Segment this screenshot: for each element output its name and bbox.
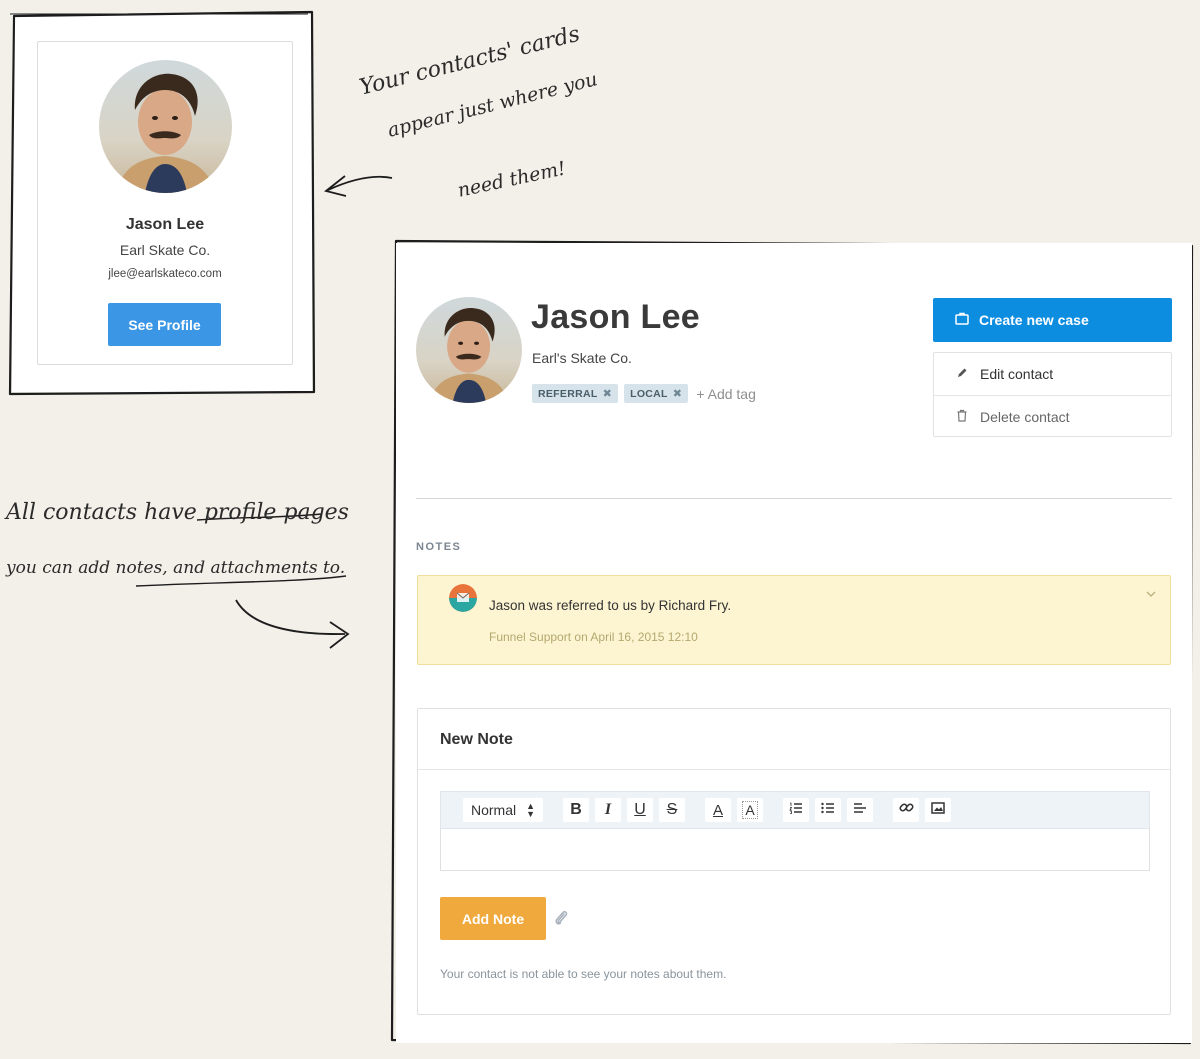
contact-actions: Edit contact Delete contact xyxy=(933,352,1172,437)
add-note-button[interactable]: Add Note xyxy=(440,897,546,940)
profile-avatar xyxy=(416,297,522,403)
bullet-list-button[interactable] xyxy=(815,798,841,822)
new-note-title: New Note xyxy=(440,731,513,748)
bold-icon: B xyxy=(570,801,582,818)
link-icon xyxy=(898,800,914,820)
bold-button[interactable]: B xyxy=(563,798,589,822)
underline-button[interactable]: U xyxy=(627,798,653,822)
format-select-value: Normal xyxy=(471,802,517,818)
tag-label: LOCAL xyxy=(630,387,668,400)
image-icon xyxy=(931,801,945,819)
ordered-list-button[interactable] xyxy=(783,798,809,822)
remove-tag-icon[interactable]: ✖ xyxy=(603,387,613,400)
strikethrough-button[interactable]: S xyxy=(659,798,685,822)
create-new-case-button[interactable]: Create new case xyxy=(933,298,1172,342)
tag-referral: REFERRAL ✖ xyxy=(532,384,619,403)
tag-local: LOCAL ✖ xyxy=(624,384,689,403)
delete-contact-label: Delete contact xyxy=(980,409,1070,425)
link-button[interactable] xyxy=(893,798,919,822)
add-tag-link[interactable]: + Add tag xyxy=(696,386,756,402)
note-author-avatar xyxy=(449,584,477,612)
card-contact-company: Earl Skate Co. xyxy=(119,242,211,258)
contact-card: Jason Lee Earl Skate Co. jlee@earlskatec… xyxy=(37,41,293,365)
note-item: Jason was referred to us by Richard Fry.… xyxy=(417,575,1171,665)
align-left-icon xyxy=(853,801,867,819)
strikethrough-icon: S xyxy=(666,801,678,818)
paperclip-icon[interactable] xyxy=(554,909,568,932)
italic-icon: I xyxy=(604,801,612,818)
notes-section-label: NOTES xyxy=(416,541,462,553)
annotation-left-line2: you can add notes, and attachments to. xyxy=(6,558,346,578)
profile-name: Jason Lee xyxy=(531,298,700,336)
ordered-list-icon xyxy=(789,801,803,819)
profile-company: Earl's Skate Co. xyxy=(532,350,632,366)
notes-privacy-disclaimer: Your contact is not able to see your not… xyxy=(440,967,727,981)
text-color-button[interactable]: A xyxy=(705,798,731,822)
remove-tag-icon[interactable]: ✖ xyxy=(673,387,683,400)
format-select[interactable]: Normal ▲ ▼ xyxy=(463,798,543,822)
section-divider xyxy=(416,498,1172,499)
edit-contact-button[interactable]: Edit contact xyxy=(934,353,1171,395)
edit-contact-label: Edit contact xyxy=(980,366,1054,382)
editor-toolbar: Normal ▲ ▼ B I U S A A xyxy=(440,791,1150,829)
note-meta: Funnel Support on April 16, 2015 12:10 xyxy=(489,630,698,644)
image-button[interactable] xyxy=(925,798,951,822)
briefcase-icon xyxy=(955,312,969,328)
select-arrows-icon: ▲ ▼ xyxy=(526,801,535,819)
tag-label: REFERRAL xyxy=(538,387,598,400)
underline-icon: U xyxy=(634,801,646,818)
annotation-left-line1: All contacts have profile pages xyxy=(6,500,349,525)
new-note-separator xyxy=(418,769,1170,770)
note-text: Jason was referred to us by Richard Fry. xyxy=(489,598,732,613)
annotation-top-line3: need them! xyxy=(455,157,568,202)
align-button[interactable] xyxy=(847,798,873,822)
tag-list: REFERRAL ✖ LOCAL ✖ + Add tag xyxy=(532,384,756,403)
pencil-icon xyxy=(956,366,968,382)
see-profile-button[interactable]: See Profile xyxy=(108,303,221,346)
background-color-button[interactable]: A xyxy=(737,798,763,822)
contact-avatar xyxy=(99,60,232,193)
bullet-list-icon xyxy=(821,801,835,819)
create-new-case-label: Create new case xyxy=(979,312,1089,328)
delete-contact-button[interactable]: Delete contact xyxy=(934,395,1171,438)
note-editor[interactable] xyxy=(440,829,1150,871)
card-contact-name: Jason Lee xyxy=(125,216,205,233)
trash-icon xyxy=(956,409,968,425)
italic-button[interactable]: I xyxy=(595,798,621,822)
text-color-icon: A xyxy=(712,801,723,819)
new-note-form: New Note Normal ▲ ▼ B I U S A A Add Note… xyxy=(417,708,1171,1015)
card-contact-email[interactable]: jlee@earlskateco.com xyxy=(38,268,292,280)
chevron-down-icon[interactable] xyxy=(1146,586,1156,600)
highlight-icon: A xyxy=(742,801,758,819)
